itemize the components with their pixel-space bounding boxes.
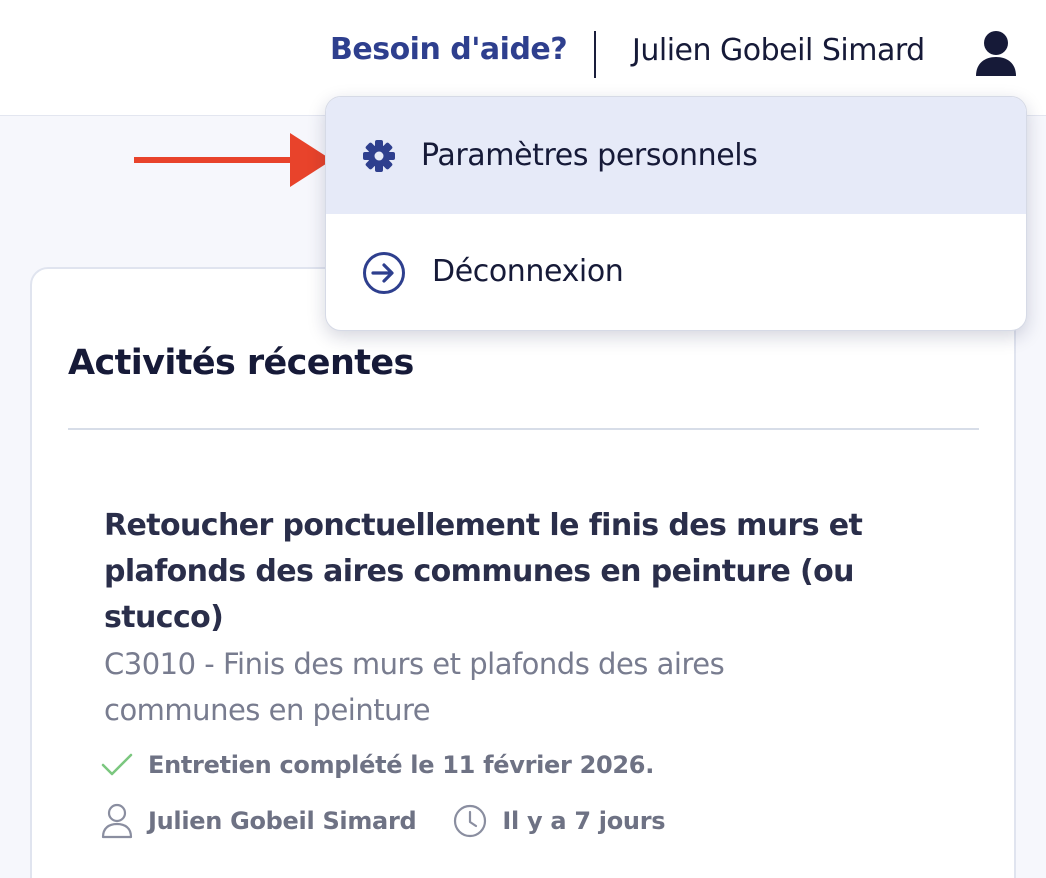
user-dropdown-menu: Paramètres personnels Déconnexion xyxy=(325,96,1027,331)
activity-title[interactable]: Retoucher ponctuellement le finis des mu… xyxy=(104,503,874,641)
gear-icon xyxy=(362,139,396,173)
activity-author: Julien Gobeil Simard xyxy=(148,807,417,835)
logout-arrow-icon xyxy=(362,251,406,295)
activity-subtitle: C3010 - Finis des murs et plafonds des a… xyxy=(104,647,725,727)
activity-status-row: Entretien complété le 11 février 2026. xyxy=(100,750,654,780)
user-account-icon[interactable] xyxy=(974,30,1018,78)
menu-item-label: Déconnexion xyxy=(432,254,624,289)
menu-item-label: Paramètres personnels xyxy=(421,138,758,173)
card-title: Activités récentes xyxy=(68,343,414,383)
activity-status: Entretien complété le 11 février 2026. xyxy=(148,751,655,779)
user-name-button[interactable]: Julien Gobeil Simard xyxy=(632,33,925,68)
header-divider xyxy=(594,31,596,78)
check-icon xyxy=(100,750,134,780)
person-outline-icon xyxy=(100,803,134,839)
page: Besoin d'aide? Julien Gobeil Simard Acti… xyxy=(0,0,1046,878)
menu-item-personal-settings[interactable]: Paramètres personnels xyxy=(326,97,1026,214)
card-divider xyxy=(68,428,979,430)
recent-activity-card: Activités récentes Retoucher ponctuellem… xyxy=(30,267,1016,878)
activity-time-ago: Il y a 7 jours xyxy=(502,807,666,835)
menu-item-logout[interactable]: Déconnexion xyxy=(326,214,1026,330)
annotation-arrow-icon xyxy=(132,133,332,187)
clock-icon xyxy=(452,803,488,839)
activity-meta-row: Julien Gobeil Simard Il y a 7 jours xyxy=(100,803,666,839)
help-link[interactable]: Besoin d'aide? xyxy=(330,32,568,67)
